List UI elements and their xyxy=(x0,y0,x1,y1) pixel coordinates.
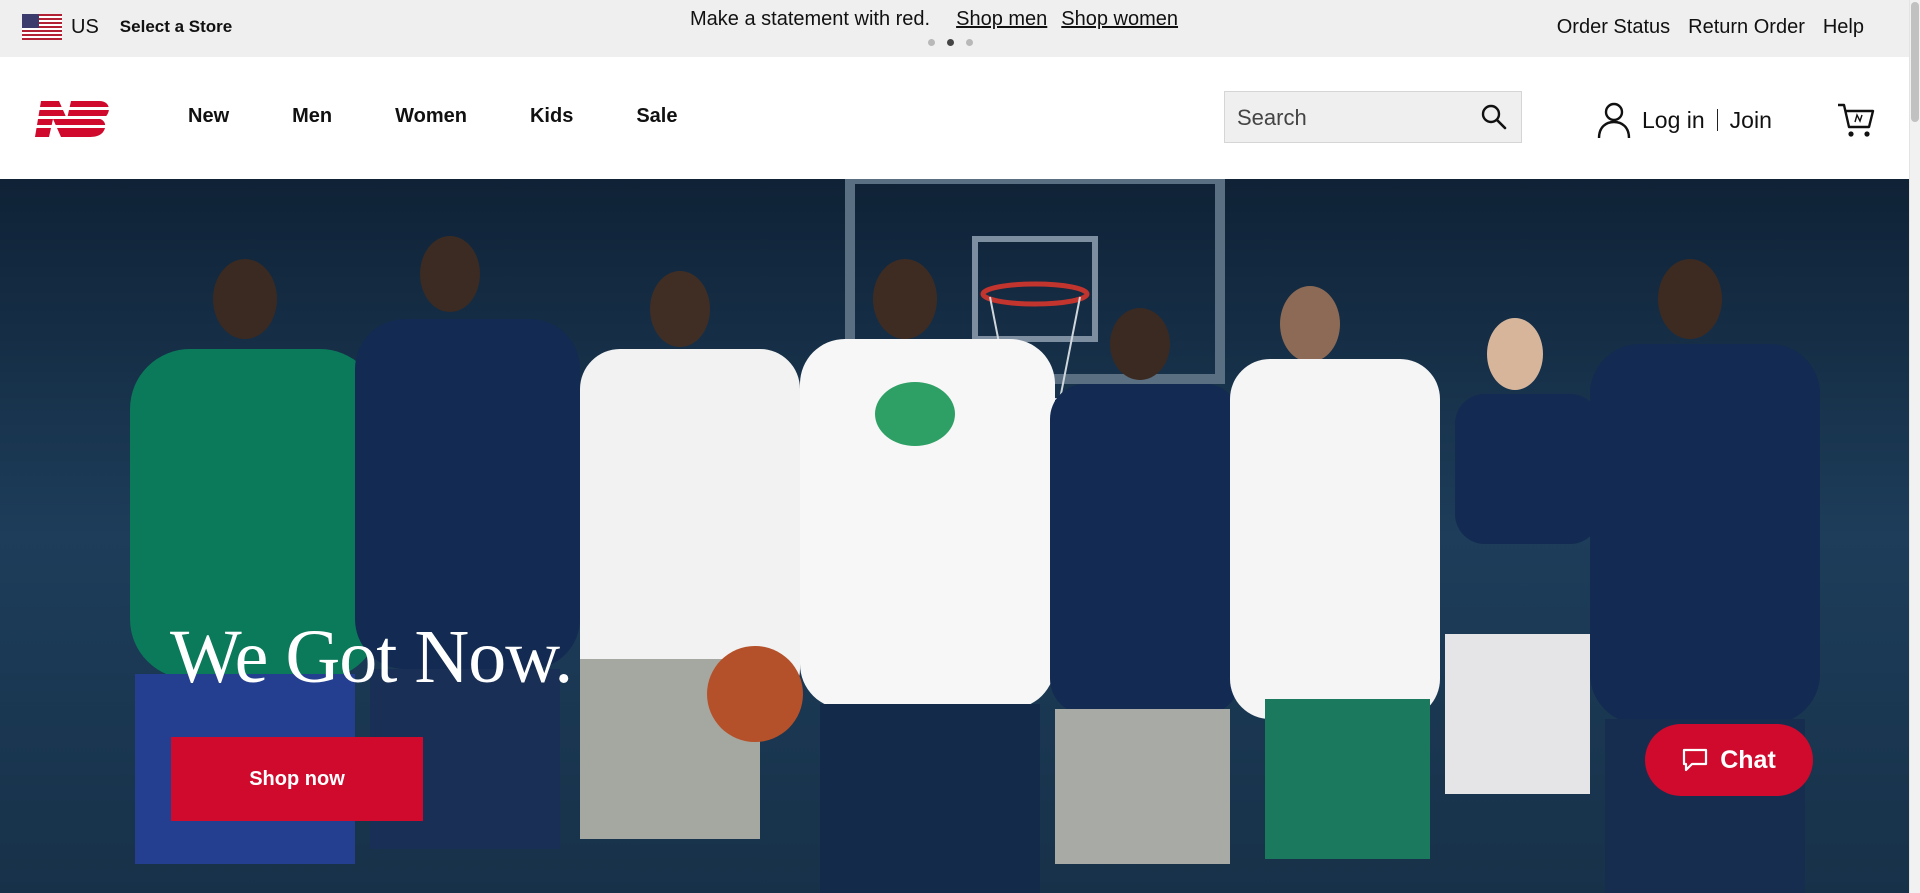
nav-item-sale[interactable]: Sale xyxy=(636,105,677,128)
search-box xyxy=(1224,91,1522,143)
search-input[interactable] xyxy=(1235,102,1479,134)
locale-code: US xyxy=(71,15,99,38)
hero-title: We Got Now. xyxy=(170,615,573,699)
main-nav: New Men Women Kids Sale xyxy=(188,105,740,128)
promo-carousel-dots xyxy=(928,39,973,46)
shop-now-button[interactable]: Shop now xyxy=(171,737,423,821)
scrollbar[interactable] xyxy=(1909,0,1920,893)
main-header: New Men Women Kids Sale Log in Join xyxy=(0,57,1910,179)
chat-label: Chat xyxy=(1720,745,1776,774)
cart-icon[interactable] xyxy=(1836,99,1876,139)
search-icon[interactable] xyxy=(1481,104,1507,130)
nav-item-women[interactable]: Women xyxy=(395,105,467,128)
select-store-link[interactable]: Select a Store xyxy=(120,17,232,37)
shop-men-link[interactable]: Shop men xyxy=(956,8,1047,31)
account-area: Log in Join xyxy=(1596,101,1772,139)
user-icon[interactable] xyxy=(1596,101,1632,139)
scrollbar-thumb[interactable] xyxy=(1911,2,1919,122)
new-balance-logo[interactable] xyxy=(27,97,111,141)
shop-women-link[interactable]: Shop women xyxy=(1061,8,1178,31)
nav-item-kids[interactable]: Kids xyxy=(530,105,573,128)
order-status-link[interactable]: Order Status xyxy=(1557,16,1670,39)
carousel-dot[interactable] xyxy=(928,39,935,46)
chat-bubble-icon xyxy=(1683,748,1708,772)
login-link[interactable]: Log in xyxy=(1642,107,1705,134)
nav-item-new[interactable]: New xyxy=(188,105,229,128)
locale-selector[interactable]: US Select a Store xyxy=(22,14,232,40)
carousel-dot-active[interactable] xyxy=(947,39,954,46)
nav-item-men[interactable]: Men xyxy=(292,105,332,128)
promo-message-area: Make a statement with red. Shop men Shop… xyxy=(690,8,1178,31)
promo-message: Make a statement with red. xyxy=(690,8,931,30)
account-divider xyxy=(1716,109,1718,131)
us-flag-icon xyxy=(22,14,62,40)
chat-button[interactable]: Chat xyxy=(1645,724,1813,796)
join-link[interactable]: Join xyxy=(1730,107,1772,134)
utility-links: Order Status Return Order Help xyxy=(1557,16,1864,39)
return-order-link[interactable]: Return Order xyxy=(1688,16,1805,39)
carousel-dot[interactable] xyxy=(966,39,973,46)
hero-banner: We Got Now. Shop now Chat xyxy=(0,179,1910,893)
promo-bar: US Select a Store Make a statement with … xyxy=(0,0,1910,57)
help-link[interactable]: Help xyxy=(1823,16,1864,39)
